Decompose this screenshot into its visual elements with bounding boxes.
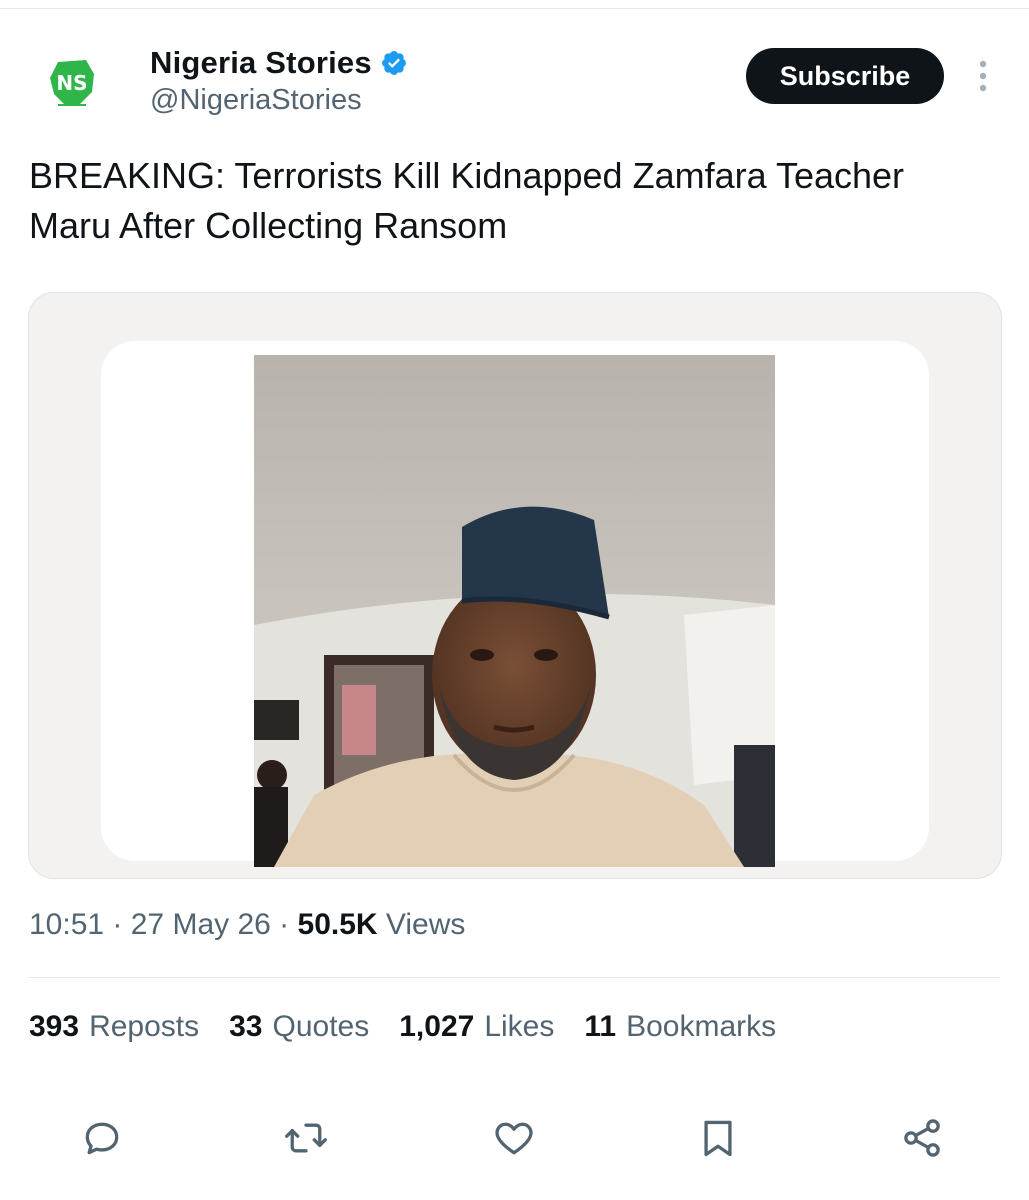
stat-count: 1,027 — [399, 1010, 475, 1043]
stat-bookmarks[interactable]: 11 Bookmarks — [584, 1010, 776, 1044]
tweet-meta: 10:51 · 27 May 26 · 50.5K Views — [29, 908, 465, 942]
tweet-detail-page: NS Nigeria Stories @NigeriaStories Subsc… — [0, 0, 1029, 1200]
subscribe-button[interactable]: Subscribe — [746, 48, 944, 104]
repost-icon[interactable] — [276, 1108, 336, 1168]
share-icon[interactable] — [892, 1108, 952, 1168]
nigeria-stories-logo-icon: NS — [28, 40, 116, 128]
stat-likes[interactable]: 1,027 Likes — [399, 1010, 554, 1044]
meta-separator: · — [104, 908, 131, 941]
views-count: 50.5K — [297, 908, 378, 941]
stat-label: Quotes — [272, 1010, 370, 1043]
author-handle[interactable]: @NigeriaStories — [150, 84, 408, 117]
tweet-date[interactable]: 27 May 26 — [131, 908, 271, 941]
top-divider — [0, 8, 1029, 9]
stat-count: 11 — [584, 1010, 617, 1043]
views-label: Views — [385, 908, 466, 941]
stat-label: Reposts — [89, 1010, 200, 1043]
stat-quotes[interactable]: 33 Quotes — [229, 1010, 369, 1044]
tweet-time[interactable]: 10:51 — [29, 908, 104, 941]
bookmark-icon[interactable] — [688, 1108, 748, 1168]
meta-divider — [28, 977, 1000, 978]
like-icon[interactable] — [484, 1108, 544, 1168]
author-display-name[interactable]: Nigeria Stories — [150, 45, 372, 81]
engagement-stats: 393 Reposts 33 Quotes 1,027 Likes 11 Bookmar… — [29, 1010, 776, 1044]
media-photo[interactable] — [254, 355, 775, 867]
stat-label: Bookmarks — [626, 1010, 777, 1043]
meta-separator: · — [270, 908, 298, 941]
stat-label: Likes — [484, 1010, 555, 1043]
reply-icon[interactable] — [72, 1108, 132, 1168]
author-info: Nigeria Stories @NigeriaStories — [150, 44, 408, 117]
tweet-text: BREAKING: Terrorists Kill Kidnapped Zamf… — [29, 155, 905, 246]
display-name-row: Nigeria Stories — [150, 44, 408, 82]
stat-count: 393 — [29, 1010, 80, 1043]
stat-reposts[interactable]: 393 Reposts — [29, 1010, 199, 1044]
author-avatar[interactable]: NS — [28, 40, 116, 128]
stat-count: 33 — [229, 1010, 263, 1043]
verified-badge-icon — [380, 49, 408, 77]
more-options-icon[interactable] — [970, 56, 996, 96]
action-bar — [0, 1108, 1029, 1168]
avatar-logo-text: NS — [56, 71, 87, 95]
